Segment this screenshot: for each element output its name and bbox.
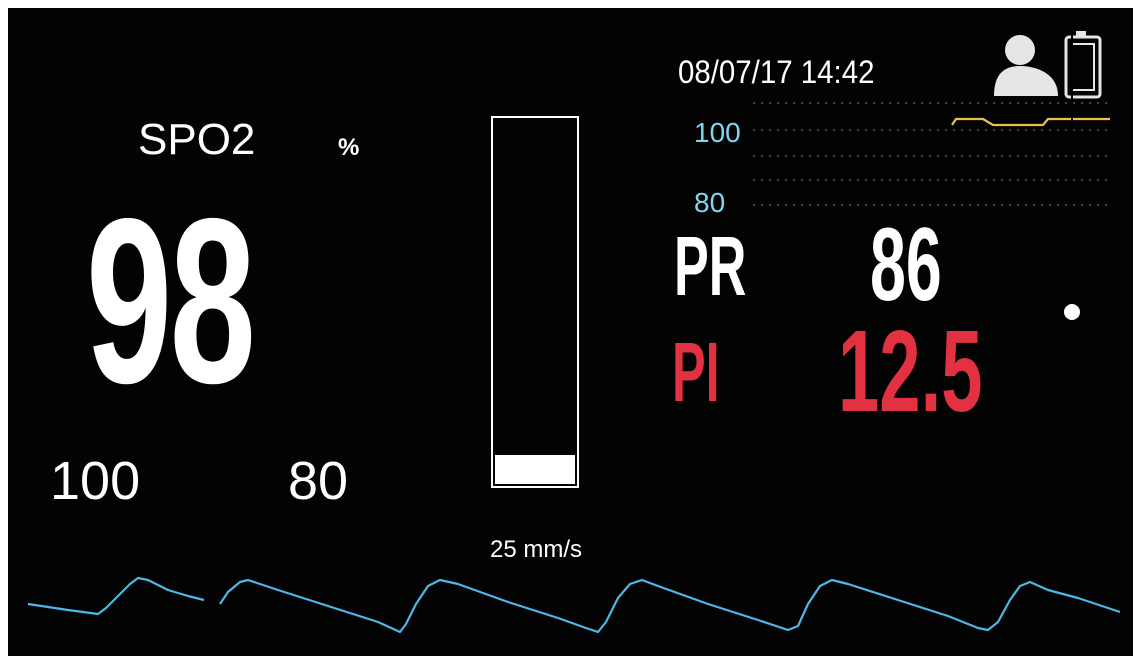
patient-icon bbox=[994, 35, 1058, 96]
pleth-waveform bbox=[27, 576, 1121, 634]
monitor-screen: SPO2 % 98 100 80 25 mm/s 08/07/17 14:42 … bbox=[8, 8, 1133, 656]
graphics-layer bbox=[27, 8, 1121, 634]
trend-trace bbox=[951, 117, 1110, 127]
